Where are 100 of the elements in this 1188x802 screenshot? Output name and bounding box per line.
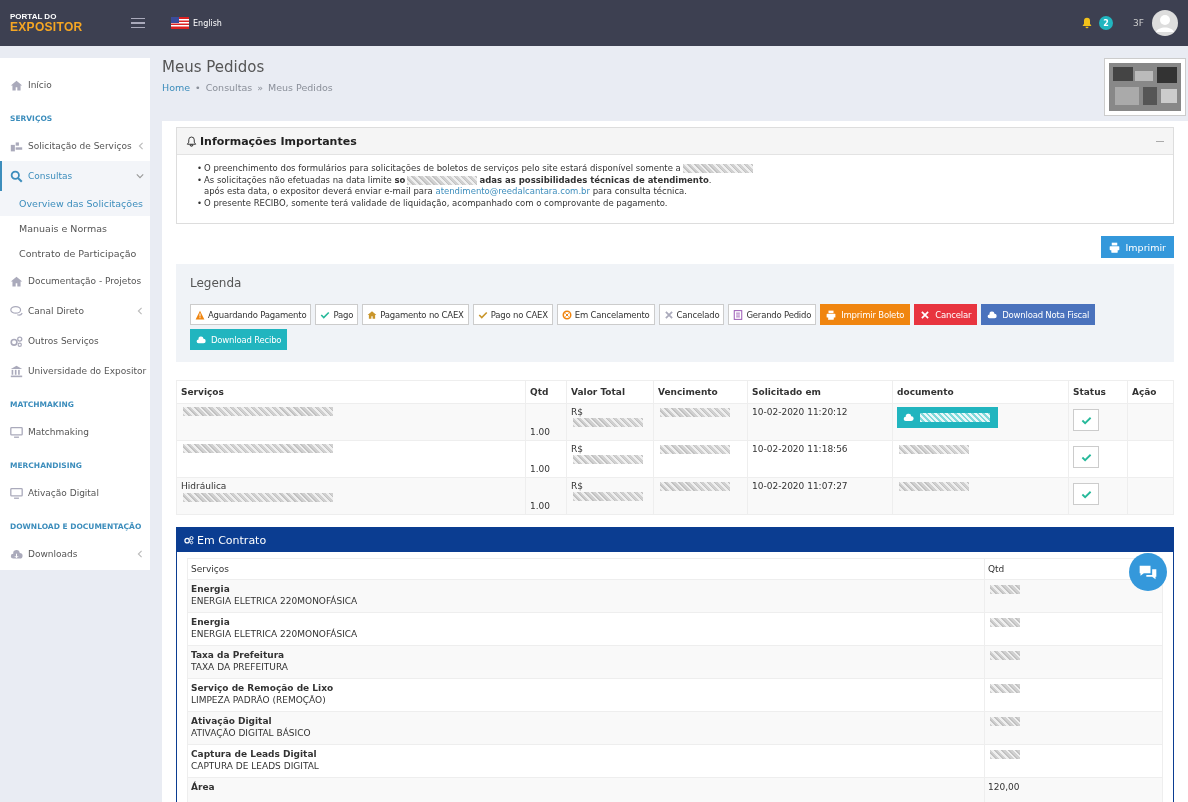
table-cell-text: Hidráulica xyxy=(181,481,228,491)
gears-icon xyxy=(10,334,23,348)
avatar-icon[interactable] xyxy=(1152,10,1178,36)
close-icon xyxy=(663,309,674,320)
column-header: Status xyxy=(1068,380,1128,404)
service-name: Ativação Digital xyxy=(191,716,273,726)
table-cell: 10-02-2020 11:18:56 xyxy=(752,444,848,454)
submenu-item[interactable]: Manuais e Normas xyxy=(0,216,150,241)
cloud-download-icon xyxy=(987,309,998,320)
service-description: LIMPEZA PADRÃO (REMOÇÃO) xyxy=(191,695,327,705)
service-description: TAXA DA PREFEITURA xyxy=(191,662,289,672)
submenu-item[interactable]: Overview das Solicitações xyxy=(0,191,150,216)
cloud-download-icon xyxy=(903,412,914,423)
table-cell: R$ xyxy=(571,444,583,454)
list-icon xyxy=(733,309,744,320)
legend-button[interactable]: Em Cancelamento xyxy=(556,304,655,325)
column-header: Solicitado em xyxy=(747,380,893,404)
language-selector[interactable]: English xyxy=(171,17,222,29)
current-page-label: Meus Pedidos xyxy=(268,82,333,93)
sidebar-item[interactable]: Solicitação de Serviços xyxy=(0,131,150,161)
logo[interactable]: PORTAL DO EXPOSITOR xyxy=(10,13,122,33)
service-name: Área xyxy=(191,782,216,792)
legend-button[interactable]: Pago no CAEX xyxy=(472,304,553,325)
table-cell: 10-02-2020 11:07:27 xyxy=(752,481,848,491)
chevron-down-icon[interactable] xyxy=(136,172,144,180)
breadcrumb-separator: » xyxy=(257,82,264,93)
warning-icon xyxy=(195,309,205,320)
legend-button[interactable]: Pago xyxy=(315,304,359,325)
legend-button[interactable]: Pagamento no CAEX xyxy=(362,304,469,325)
legend-button[interactable]: Gerando Pedido xyxy=(728,304,817,325)
sidebar-item[interactable]: Universidade do Expositor xyxy=(0,356,150,386)
check-icon xyxy=(477,309,488,320)
table-cell: 10-02-2020 11:20:12 xyxy=(752,407,848,417)
home-icon xyxy=(10,78,23,92)
bank-icon xyxy=(10,364,23,378)
chat-icon xyxy=(10,304,23,318)
column-header: Ação xyxy=(1127,380,1174,404)
table-cell: 1.00 xyxy=(530,427,551,437)
bullet-mark: • xyxy=(197,163,203,175)
submenu-item[interactable]: Contrato de Participação xyxy=(0,241,150,266)
legend-button[interactable]: Download Nota Fiscal xyxy=(981,304,1096,325)
sidebar-item[interactable]: Downloads xyxy=(0,539,150,569)
chevron-left-icon[interactable] xyxy=(136,307,144,315)
status-checkbox[interactable] xyxy=(1073,483,1099,505)
status-checkbox[interactable] xyxy=(1073,409,1099,431)
monitor-icon xyxy=(10,486,23,500)
sidebar-item[interactable]: Matchmaking xyxy=(0,417,150,447)
info-text: O presente RECIBO, somente terá validade de liquidação, acompanhado com o comprovante de pagamento. xyxy=(204,197,668,209)
column-header: Serviços xyxy=(176,380,526,404)
email-link[interactable]: atendimento@reedalcantara.com.br xyxy=(435,186,590,198)
chevron-left-icon[interactable] xyxy=(136,142,145,150)
check-icon xyxy=(320,309,331,320)
status-checkbox[interactable] xyxy=(1073,446,1099,468)
chevron-left-icon[interactable] xyxy=(136,550,144,558)
column-header: Qtd xyxy=(525,380,567,404)
print-icon xyxy=(1108,241,1120,253)
page-title: Meus Pedidos xyxy=(162,58,266,76)
sidebar-item[interactable]: Início xyxy=(0,70,150,100)
breadcrumb-separator: • xyxy=(195,82,201,93)
info-text: As solicitações não efetuadas na data limite so xyxy=(204,174,406,186)
table-cell: 1.00 xyxy=(530,501,551,511)
sidebar-item[interactable]: Canal Direto xyxy=(0,296,150,326)
legend-button[interactable]: Cancelar xyxy=(914,304,978,325)
chat-icon xyxy=(1138,563,1158,581)
table-cell: 120,00 xyxy=(988,782,1020,792)
home-icon xyxy=(10,274,23,288)
sidebar-item[interactable]: Consultas xyxy=(0,161,150,191)
info-text: após esta data, o expositor deverá enviar e-mail para xyxy=(204,186,434,198)
menu-icon[interactable] xyxy=(131,17,145,29)
service-name: Energia xyxy=(191,617,231,627)
print-icon xyxy=(826,309,837,320)
panel-title: Informações Importantes xyxy=(200,134,358,148)
info-text: adas as possibilidades técnicas de atendimento. xyxy=(479,174,712,186)
legend-button[interactable]: Cancelado xyxy=(658,304,725,325)
legend-title: Legenda xyxy=(190,276,243,290)
bell-icon[interactable] xyxy=(1081,17,1094,29)
service-name: Serviço de Remoção de Lixo xyxy=(191,683,335,693)
close-icon xyxy=(920,309,931,320)
service-description: ENERGIA ELETRICA 220MONOFÁSICA xyxy=(191,596,359,606)
service-name: Captura de Leads Digital xyxy=(191,749,318,759)
service-description: ATIVAÇÃO DIGITAL BÁSICO xyxy=(191,728,312,738)
user-name[interactable]: 3F xyxy=(1133,18,1144,28)
legend-button[interactable]: Aguardando Pagamento xyxy=(190,304,312,325)
sidebar-item[interactable]: Documentação - Projetos xyxy=(0,266,150,296)
document-button[interactable] xyxy=(897,407,998,428)
column-header: documento xyxy=(892,380,1069,404)
column-header: Vencimento xyxy=(653,380,748,404)
sidebar-item[interactable]: Outros Serviços xyxy=(0,326,150,356)
sidebar-item[interactable]: Ativação Digital xyxy=(0,478,150,508)
table-cell: R$ xyxy=(571,407,583,417)
column-header: Serviços xyxy=(187,558,985,580)
cancel-circle-icon xyxy=(561,309,572,320)
monitor-icon xyxy=(10,425,23,439)
service-description: ENERGIA ELETRICA 220MONOFÁSICA xyxy=(191,629,359,639)
service-description: CAPTURA DE LEADS DIGITAL xyxy=(191,761,320,771)
bullet-mark: • xyxy=(197,174,203,186)
sitemap-icon xyxy=(10,139,23,153)
service-name: Energia xyxy=(191,584,231,594)
info-text: para consulta técnica. xyxy=(591,186,687,198)
cloud-download-icon xyxy=(196,334,206,345)
